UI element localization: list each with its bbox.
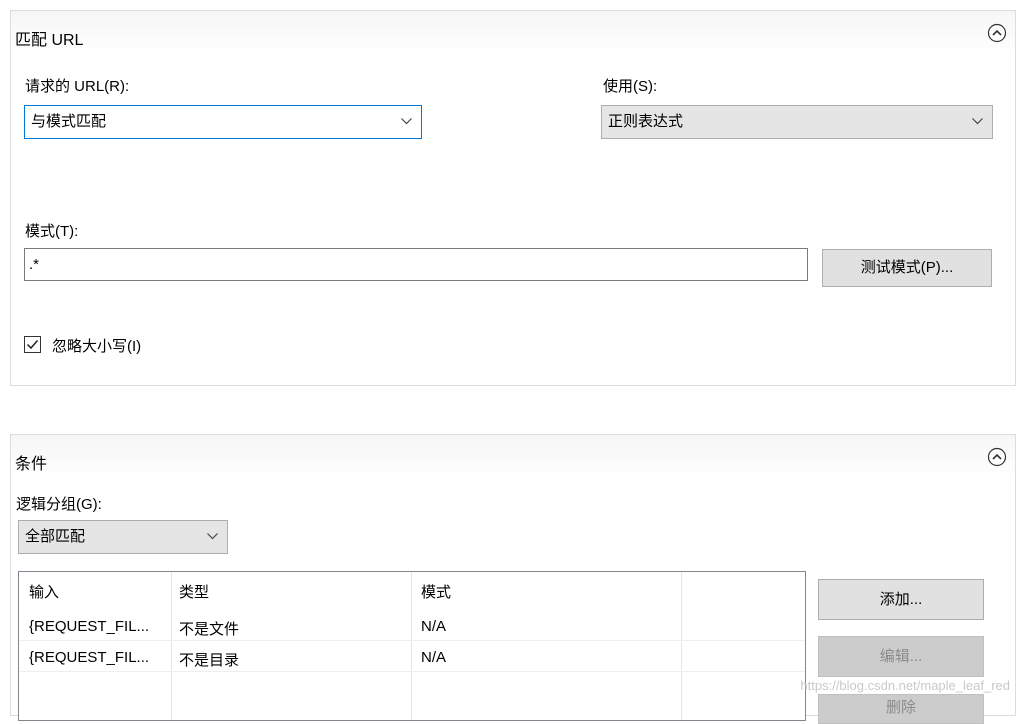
test-pattern-button[interactable]: 测试模式(P)... — [822, 249, 992, 287]
edit-condition-button[interactable]: 编辑... — [818, 636, 984, 677]
collapse-up-icon[interactable] — [987, 447, 1007, 467]
chevron-down-icon — [972, 118, 983, 125]
logical-grouping-value: 全部匹配 — [25, 528, 86, 545]
logical-grouping-select[interactable]: 全部匹配 — [18, 520, 228, 554]
ignore-case-label: 忽略大小写(I) — [52, 338, 142, 355]
conditions-header: 条件 — [11, 435, 1015, 481]
chevron-down-icon — [207, 533, 218, 540]
collapse-up-icon[interactable] — [987, 23, 1007, 43]
column-header-input[interactable]: 输入 — [29, 581, 59, 602]
using-select[interactable]: 正则表达式 — [601, 105, 993, 139]
watermark-text: https://blog.csdn.net/maple_leaf_red — [800, 678, 1010, 693]
checkbox-checked-icon — [24, 336, 41, 353]
match-url-panel: 匹配 URL — [10, 10, 1016, 386]
conditions-title: 条件 — [15, 456, 48, 473]
remove-condition-button[interactable]: 删除 — [818, 694, 984, 724]
requested-url-select[interactable]: 与模式匹配 — [24, 105, 422, 139]
requested-url-value: 与模式匹配 — [31, 113, 107, 130]
row-input: {REQUEST_FIL... — [29, 649, 150, 666]
requested-url-label: 请求的 URL(R): — [25, 78, 130, 95]
logical-grouping-label: 逻辑分组(G): — [16, 496, 102, 513]
table-row[interactable]: {REQUEST_FIL... 不是文件 N/A — [19, 612, 805, 640]
chevron-down-icon — [401, 118, 412, 125]
match-url-header: 匹配 URL — [11, 11, 1015, 57]
pattern-value: .* — [29, 256, 40, 273]
column-header-type[interactable]: 类型 — [179, 581, 209, 602]
column-header-pattern[interactable]: 模式 — [421, 581, 451, 602]
row-type: 不是目录 — [179, 652, 240, 669]
pattern-label: 模式(T): — [25, 223, 79, 240]
row-pattern: N/A — [421, 618, 447, 635]
row-pattern: N/A — [421, 649, 447, 666]
match-url-title: 匹配 URL — [15, 32, 84, 49]
remove-condition-label: 删除 — [885, 699, 916, 716]
row-divider — [19, 671, 805, 672]
row-divider — [19, 640, 805, 641]
edit-condition-label: 编辑... — [879, 648, 923, 665]
add-condition-label: 添加... — [879, 591, 923, 608]
conditions-table: 输入 类型 模式 {REQUEST_FIL... 不是文件 N/A {REQUE… — [18, 571, 806, 721]
test-pattern-label: 测试模式(P)... — [860, 259, 954, 276]
using-value: 正则表达式 — [608, 113, 684, 130]
row-type: 不是文件 — [179, 621, 240, 638]
add-condition-button[interactable]: 添加... — [818, 579, 984, 620]
table-row[interactable]: {REQUEST_FIL... 不是目录 N/A — [19, 642, 805, 671]
using-label: 使用(S): — [603, 78, 658, 95]
row-input: {REQUEST_FIL... — [29, 618, 150, 635]
pattern-input[interactable]: .* — [24, 248, 808, 281]
